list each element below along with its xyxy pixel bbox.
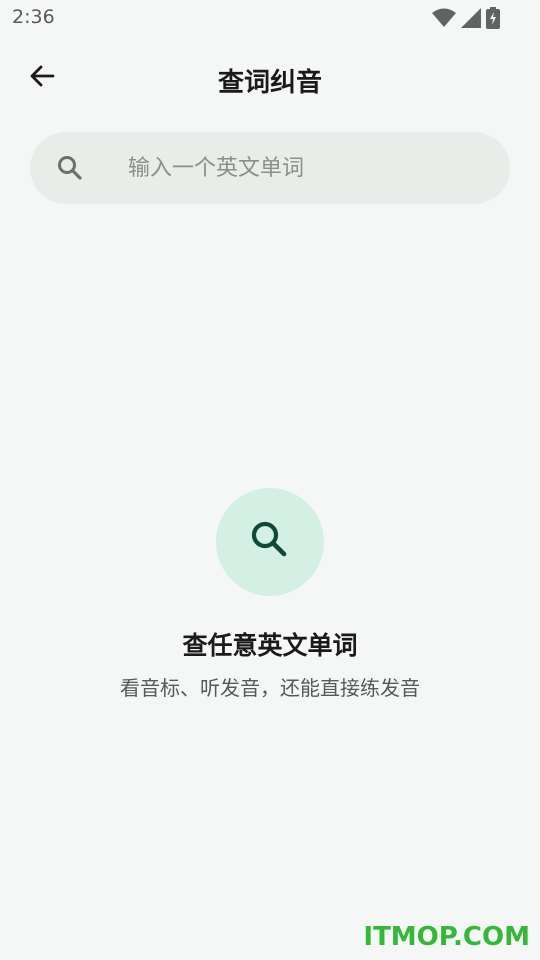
wifi-icon (432, 8, 456, 32)
empty-state-subtitle: 看音标、听发音，还能直接练发音 (120, 676, 420, 700)
status-bar: 2:36 (0, 0, 540, 36)
search-input[interactable] (128, 148, 508, 188)
empty-state-title: 查任意英文单词 (182, 631, 358, 660)
empty-state-icon-circle (216, 488, 324, 596)
page-title: 查词纠音 (217, 68, 322, 98)
app-bar: 查词纠音 (0, 44, 540, 114)
watermark: ITMOP.COM (363, 922, 530, 952)
search-icon (56, 154, 84, 182)
search-icon (248, 518, 292, 566)
status-icons (432, 7, 500, 33)
status-time: 2:36 (12, 6, 55, 28)
battery-charging-icon (486, 7, 500, 33)
search-bar[interactable] (30, 132, 510, 204)
cell-signal-icon (461, 8, 481, 32)
